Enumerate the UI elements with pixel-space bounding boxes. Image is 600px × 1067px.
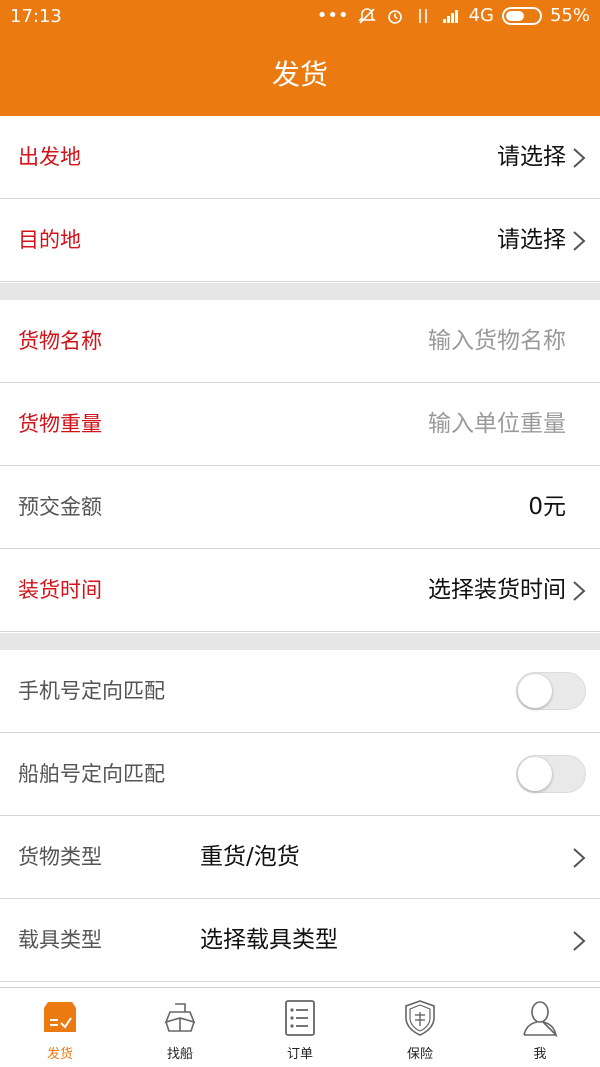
cargo-type-label: 货物类型 bbox=[18, 845, 102, 869]
tab-orders[interactable]: 订单 bbox=[240, 988, 360, 1067]
alarm-icon bbox=[387, 9, 402, 24]
signal-icon bbox=[442, 9, 458, 23]
status-icons: ••• 4G 55% bbox=[317, 5, 590, 26]
cargo-weight-label: 货物重量 bbox=[18, 412, 102, 436]
destination-row[interactable]: 目的地 请选择 bbox=[0, 199, 600, 282]
chevron-right-icon bbox=[570, 580, 588, 602]
user-icon bbox=[523, 1001, 558, 1038]
cargo-weight-row: 货物重量 输入单位重量 bbox=[0, 383, 600, 466]
vehicle-type-row[interactable]: 载具类型 选择载具类型 bbox=[0, 899, 600, 982]
tab-me[interactable]: 我 bbox=[480, 988, 600, 1067]
data-transfer-icon bbox=[418, 8, 427, 23]
cargo-name-label: 货物名称 bbox=[18, 329, 102, 353]
ship-match-toggle[interactable] bbox=[516, 755, 586, 793]
status-bar: 17:13 ••• 4G 55% bbox=[0, 0, 600, 34]
tab-label: 保险 bbox=[406, 1047, 433, 1062]
cargo-type-value: 重货/泡货 bbox=[200, 844, 300, 870]
origin-value: 请选择 bbox=[497, 144, 566, 170]
loading-time-label: 装货时间 bbox=[18, 578, 102, 602]
battery-icon bbox=[501, 6, 542, 25]
tab-label: 订单 bbox=[286, 1047, 313, 1062]
cargo-name-row: 货物名称 输入货物名称 bbox=[0, 300, 600, 383]
destination-label: 目的地 bbox=[18, 228, 81, 252]
cargo-type-row[interactable]: 货物类型 重货/泡货 bbox=[0, 816, 600, 899]
tab-ship-cargo[interactable]: 发货 bbox=[0, 988, 120, 1067]
origin-row[interactable]: 出发地 请选择 bbox=[0, 116, 600, 199]
cargo-name-input[interactable]: 输入货物名称 bbox=[428, 300, 566, 383]
section-divider bbox=[0, 633, 600, 650]
phone-match-toggle[interactable] bbox=[516, 672, 586, 710]
app-header: 发货 bbox=[0, 34, 600, 116]
tab-find-ship[interactable]: 找船 bbox=[120, 988, 240, 1067]
phone-match-row: 手机号定向匹配 bbox=[0, 650, 600, 733]
bottom-tab-bar: 发货 找船 订单 保险 我 bbox=[0, 987, 600, 1067]
chevron-right-icon bbox=[570, 930, 588, 952]
ship-icon bbox=[164, 1003, 196, 1032]
chevron-right-icon bbox=[570, 230, 588, 252]
loading-time-row[interactable]: 装货时间 选择装货时间 bbox=[0, 549, 600, 632]
battery-percent: 55% bbox=[549, 5, 590, 26]
loading-time-value: 选择装货时间 bbox=[428, 577, 566, 603]
tab-label: 发货 bbox=[46, 1047, 73, 1062]
chevron-right-icon bbox=[570, 147, 588, 169]
tab-label: 我 bbox=[533, 1047, 547, 1062]
vehicle-type-value: 选择载具类型 bbox=[200, 927, 338, 953]
more-dots-icon: ••• bbox=[316, 5, 349, 26]
network-type: 4G bbox=[468, 5, 494, 26]
chevron-right-icon bbox=[570, 847, 588, 869]
page-title: 发货 bbox=[271, 58, 328, 91]
ship-match-label: 船舶号定向匹配 bbox=[18, 762, 165, 786]
order-list-icon bbox=[285, 1000, 315, 1036]
destination-value: 请选择 bbox=[497, 227, 566, 253]
deposit-row: 预交金额 0元 bbox=[0, 466, 600, 549]
deposit-value: 0元 bbox=[528, 494, 566, 520]
status-time: 17:13 bbox=[10, 6, 62, 27]
section-divider bbox=[0, 283, 600, 300]
vehicle-type-label: 载具类型 bbox=[18, 928, 102, 952]
tab-label: 找船 bbox=[166, 1047, 193, 1062]
toggle-knob bbox=[518, 674, 552, 708]
tab-insurance[interactable]: 保险 bbox=[360, 988, 480, 1067]
ship-cargo-icon bbox=[44, 1002, 76, 1032]
insurance-shield-icon bbox=[405, 1000, 435, 1036]
origin-label: 出发地 bbox=[18, 145, 81, 169]
ship-match-row: 船舶号定向匹配 bbox=[0, 733, 600, 816]
cargo-weight-input[interactable]: 输入单位重量 bbox=[428, 383, 566, 466]
toggle-knob bbox=[518, 757, 552, 791]
phone-match-label: 手机号定向匹配 bbox=[18, 679, 165, 703]
deposit-label: 预交金额 bbox=[18, 495, 102, 519]
silent-icon bbox=[357, 7, 376, 24]
